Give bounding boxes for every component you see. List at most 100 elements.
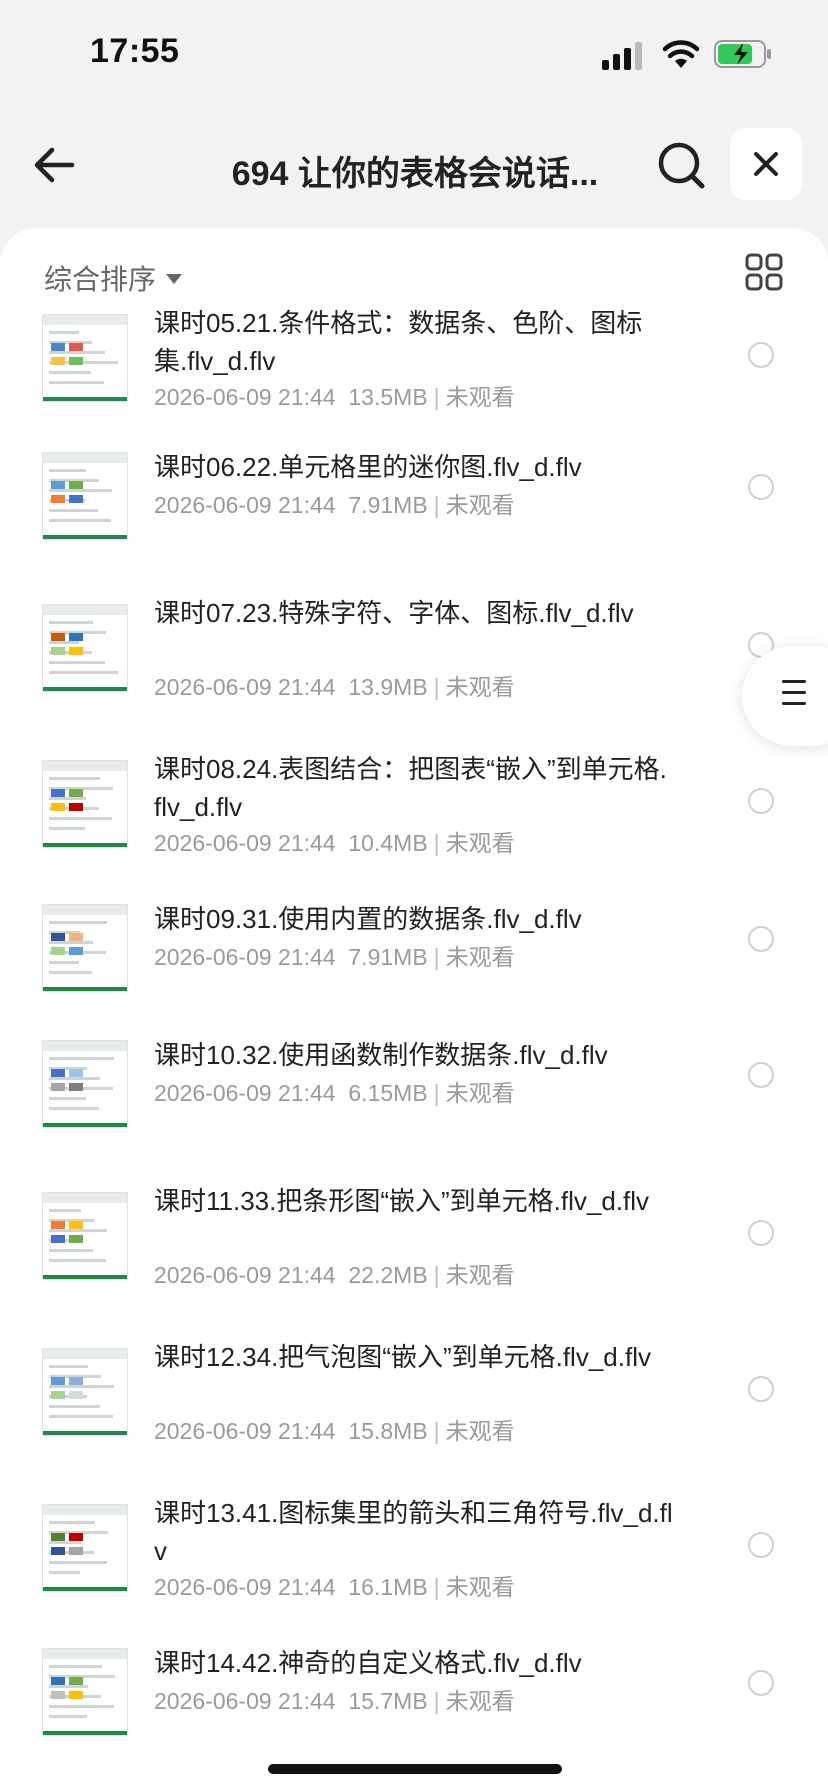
status-time: 17:55 (90, 32, 180, 70)
file-size: 13.9MB (348, 674, 428, 700)
file-list-panel: 综合排序 课时05.21.条件格式：数据条、色阶、图标集.flv_d.flv 20… (0, 228, 828, 1792)
file-name: 课时13.41.图标集里的箭头和三角符号.flv_d.flv (154, 1498, 673, 1566)
status-bar: 17:55 (0, 0, 828, 110)
watch-status: 未观看 (445, 492, 515, 518)
video-thumbnail (42, 452, 128, 540)
file-meta: 2026-06-09 21:44 15.8MB | 未观看 (154, 1412, 515, 1446)
video-thumbnail (42, 314, 128, 402)
file-size: 7.91MB (348, 944, 428, 970)
video-thumbnail (42, 904, 128, 992)
floating-menu-button[interactable] (742, 646, 828, 746)
back-arrow-icon[interactable] (30, 140, 80, 190)
file-row[interactable]: 课时12.34.把气泡图“嵌入”到单元格.flv_d.flv 2026-06-09… (0, 1342, 828, 1472)
watch-status: 未观看 (445, 830, 515, 856)
file-row[interactable]: 课时09.31.使用内置的数据条.flv_d.flv 2026-06-09 21:… (0, 904, 828, 1034)
select-radio[interactable] (748, 1220, 774, 1246)
video-thumbnail (42, 1504, 128, 1592)
file-row[interactable]: 课时11.33.把条形图“嵌入”到单元格.flv_d.flv 2026-06-09… (0, 1186, 828, 1316)
file-meta: 2026-06-09 21:44 7.91MB | 未观看 (154, 486, 515, 520)
video-thumbnail (42, 1040, 128, 1128)
watch-status: 未观看 (445, 384, 515, 410)
file-size: 16.1MB (348, 1574, 428, 1600)
watch-status: 未观看 (445, 674, 515, 700)
file-size: 13.5MB (348, 384, 428, 410)
select-radio[interactable] (748, 474, 774, 500)
file-date: 2026-06-09 21:44 (154, 492, 336, 518)
meta-separator: | (433, 1574, 440, 1600)
file-row[interactable]: 课时14.42.神奇的自定义格式.flv_d.flv 2026-06-09 21:… (0, 1648, 828, 1778)
file-row[interactable]: 课时08.24.表图结合：把图表“嵌入”到单元格.flv_d.flv 2026-0… (0, 754, 828, 884)
file-row[interactable]: 课时13.41.图标集里的箭头和三角符号.flv_d.flv 2026-06-09… (0, 1498, 828, 1628)
header: 694 让你的表格会说话... (0, 110, 828, 220)
file-name: 课时07.23.特殊字符、字体、图标.flv_d.flv (154, 598, 634, 628)
meta-separator: | (433, 1080, 440, 1106)
meta-separator: | (433, 944, 440, 970)
file-meta: 2026-06-09 21:44 15.7MB | 未观看 (154, 1682, 515, 1716)
file-date: 2026-06-09 21:44 (154, 674, 336, 700)
meta-separator: | (433, 674, 440, 700)
select-radio[interactable] (748, 1376, 774, 1402)
close-icon (754, 152, 778, 176)
watch-status: 未观看 (445, 1688, 515, 1714)
watch-status: 未观看 (445, 1262, 515, 1288)
file-size: 6.15MB (348, 1080, 428, 1106)
select-radio[interactable] (748, 788, 774, 814)
select-radio[interactable] (748, 1670, 774, 1696)
file-name: 课时05.21.条件格式：数据条、色阶、图标集.flv_d.flv (154, 308, 643, 376)
meta-separator: | (433, 1418, 440, 1444)
file-size: 7.91MB (348, 492, 428, 518)
file-meta: 2026-06-09 21:44 7.91MB | 未观看 (154, 938, 515, 972)
file-row[interactable]: 课时06.22.单元格里的迷你图.flv_d.flv 2026-06-09 21:… (0, 452, 828, 582)
file-row[interactable]: 课时07.23.特殊字符、字体、图标.flv_d.flv 2026-06-09 2… (0, 598, 828, 728)
file-name: 课时14.42.神奇的自定义格式.flv_d.flv (154, 1648, 582, 1678)
file-name: 课时09.31.使用内置的数据条.flv_d.flv (154, 904, 582, 934)
file-date: 2026-06-09 21:44 (154, 1262, 336, 1288)
sort-dropdown[interactable]: 综合排序 (44, 258, 183, 298)
file-name: 课时06.22.单元格里的迷你图.flv_d.flv (154, 452, 582, 482)
file-meta: 2026-06-09 21:44 13.5MB | 未观看 (154, 378, 515, 412)
file-size: 15.8MB (348, 1418, 428, 1444)
watch-status: 未观看 (445, 1080, 515, 1106)
file-meta: 2026-06-09 21:44 13.9MB | 未观看 (154, 668, 515, 702)
meta-separator: | (433, 1262, 440, 1288)
select-radio[interactable] (748, 342, 774, 368)
file-date: 2026-06-09 21:44 (154, 1688, 336, 1714)
video-thumbnail (42, 1648, 128, 1736)
watch-status: 未观看 (445, 1574, 515, 1600)
file-meta: 2026-06-09 21:44 6.15MB | 未观看 (154, 1074, 515, 1108)
caret-down-icon (166, 273, 183, 284)
video-thumbnail (42, 760, 128, 848)
video-thumbnail (42, 1192, 128, 1280)
file-row[interactable]: 课时10.32.使用函数制作数据条.flv_d.flv 2026-06-09 21… (0, 1040, 828, 1170)
close-button[interactable] (730, 128, 802, 200)
file-date: 2026-06-09 21:44 (154, 1574, 336, 1600)
select-radio[interactable] (748, 1062, 774, 1088)
file-date: 2026-06-09 21:44 (154, 1418, 336, 1444)
file-meta: 2026-06-09 21:44 16.1MB | 未观看 (154, 1568, 515, 1602)
meta-separator: | (433, 492, 440, 518)
file-name: 课时10.32.使用函数制作数据条.flv_d.flv (154, 1040, 608, 1070)
meta-separator: | (433, 384, 440, 410)
file-name: 课时12.34.把气泡图“嵌入”到单元格.flv_d.flv (154, 1342, 651, 1372)
video-thumbnail (42, 1348, 128, 1436)
sort-label: 综合排序 (44, 264, 157, 295)
file-meta: 2026-06-09 21:44 10.4MB | 未观看 (154, 824, 515, 858)
select-radio[interactable] (748, 1532, 774, 1558)
file-name: 课时08.24.表图结合：把图表“嵌入”到单元格.flv_d.flv (154, 754, 667, 822)
select-radio[interactable] (748, 926, 774, 952)
home-indicator (268, 1764, 562, 1774)
file-name: 课时11.33.把条形图“嵌入”到单元格.flv_d.flv (154, 1186, 650, 1216)
watch-status: 未观看 (445, 1418, 515, 1444)
grid-view-icon[interactable] (744, 252, 784, 292)
file-meta: 2026-06-09 21:44 22.2MB | 未观看 (154, 1256, 515, 1290)
file-date: 2026-06-09 21:44 (154, 830, 336, 856)
file-date: 2026-06-09 21:44 (154, 384, 336, 410)
wifi-icon (662, 40, 700, 68)
search-icon[interactable] (654, 138, 708, 192)
watch-status: 未观看 (445, 944, 515, 970)
file-row[interactable]: 课时05.21.条件格式：数据条、色阶、图标集.flv_d.flv 2026-06… (0, 308, 828, 438)
file-size: 15.7MB (348, 1688, 428, 1714)
file-date: 2026-06-09 21:44 (154, 1080, 336, 1106)
file-size: 10.4MB (348, 830, 428, 856)
file-date: 2026-06-09 21:44 (154, 944, 336, 970)
